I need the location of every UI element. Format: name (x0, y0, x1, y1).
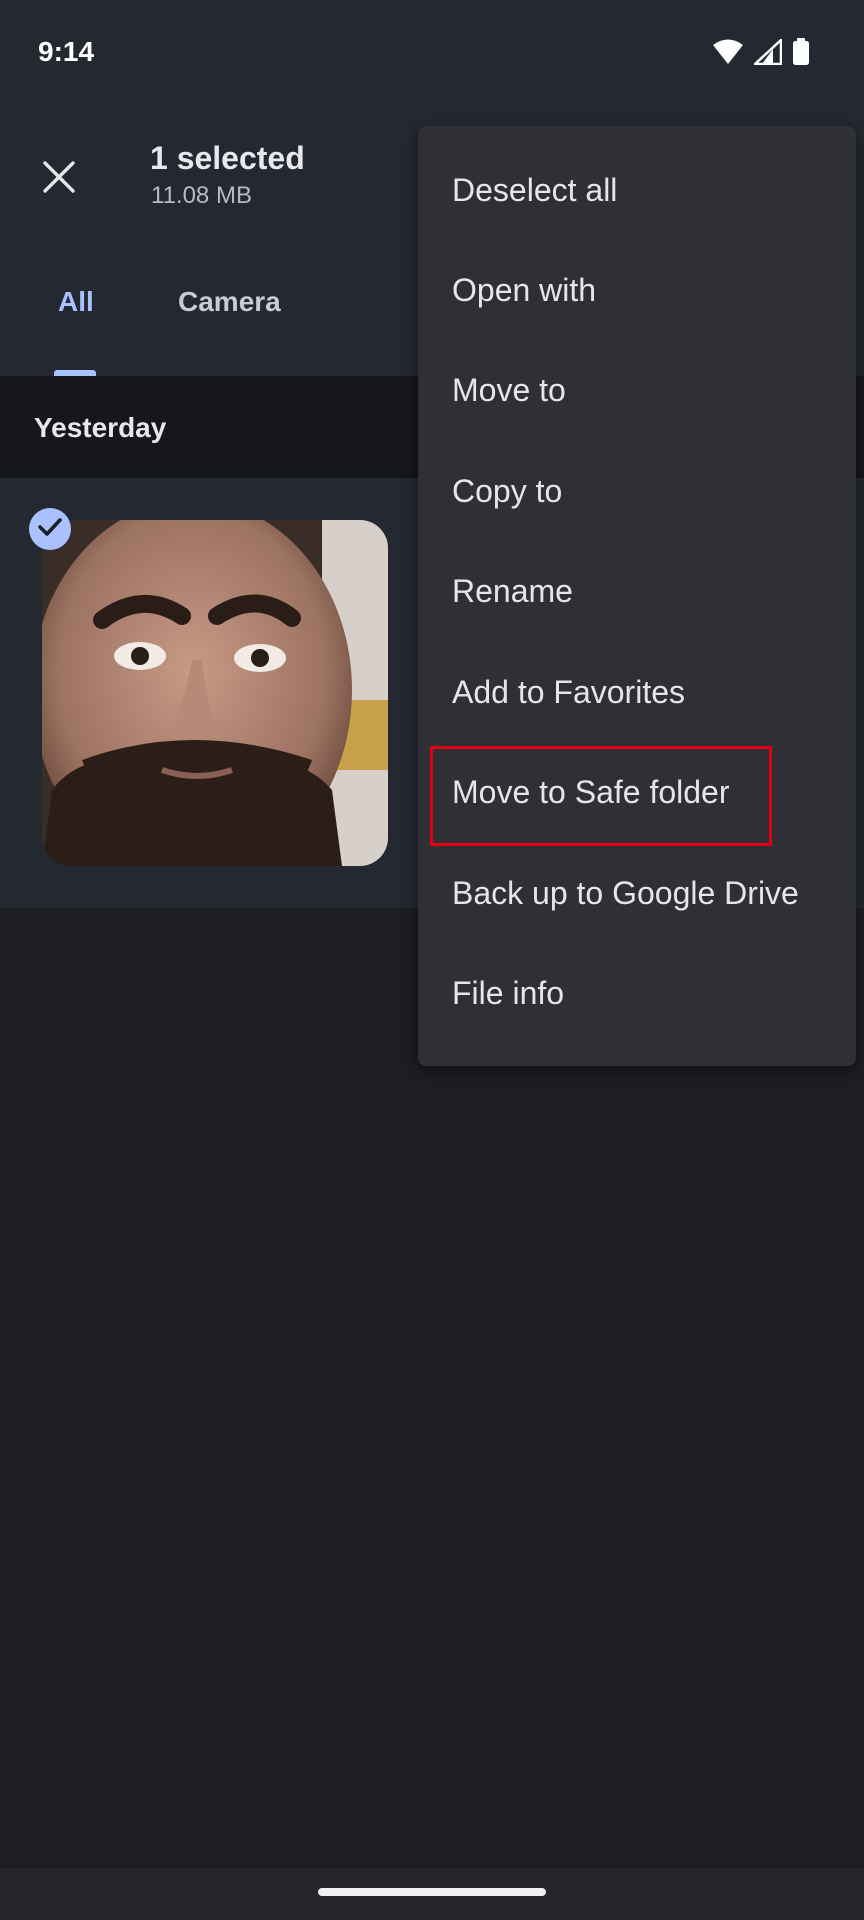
navigation-bar (0, 1868, 864, 1920)
menu-item-move-to[interactable]: Move to (452, 372, 566, 409)
check-icon (37, 516, 63, 543)
status-bar: 9:14 (0, 0, 864, 110)
battery-icon (792, 38, 810, 71)
photo-thumbnail[interactable] (42, 520, 388, 866)
menu-item-deselect-all[interactable]: Deselect all (452, 172, 617, 209)
section-label: Yesterday (34, 412, 167, 443)
close-button[interactable] (28, 148, 90, 210)
wifi-icon (712, 39, 744, 70)
menu-item-file-info[interactable]: File info (452, 975, 564, 1012)
tab-camera[interactable]: Camera (178, 286, 281, 318)
menu-item-rename[interactable]: Rename (452, 573, 573, 610)
tab-all[interactable]: All (58, 286, 94, 318)
status-icons (712, 37, 810, 71)
menu-item-back-up-to-google-drive[interactable]: Back up to Google Drive (452, 875, 799, 912)
menu-item-add-to-favorites[interactable]: Add to Favorites (452, 674, 685, 711)
selection-count: 1 selected (150, 140, 305, 176)
selected-check-badge[interactable] (29, 508, 71, 550)
signal-icon (751, 37, 783, 70)
menu-item-open-with[interactable]: Open with (452, 272, 596, 309)
overflow-menu: Deselect all Open with Move to Copy to R… (418, 126, 856, 1066)
home-handle[interactable] (318, 1888, 546, 1896)
close-icon (42, 160, 76, 199)
status-time: 9:14 (38, 36, 95, 67)
selection-size: 11.08 MB (151, 182, 252, 209)
highlight-box (430, 746, 772, 846)
menu-item-copy-to[interactable]: Copy to (452, 473, 562, 510)
